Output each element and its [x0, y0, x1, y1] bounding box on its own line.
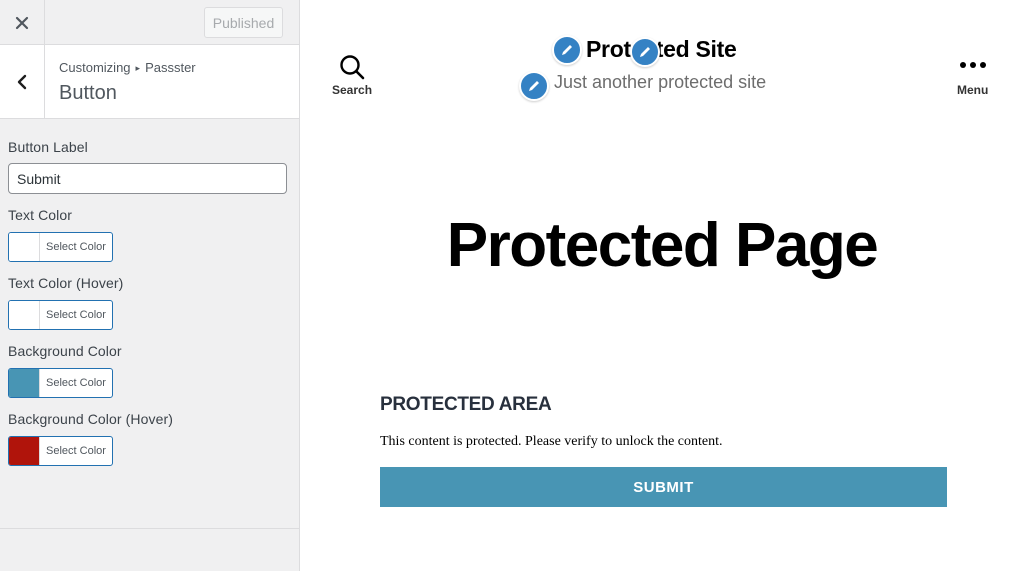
back-button[interactable]	[0, 45, 45, 118]
pencil-icon	[562, 45, 572, 55]
background-color-select-label: Select Color	[46, 377, 106, 389]
published-button[interactable]: Published	[204, 7, 283, 38]
breadcrumb-root: Customizing	[59, 60, 131, 75]
text-color-picker[interactable]: Select Color	[8, 232, 113, 262]
breadcrumb: Customizing ▸ Passster	[59, 60, 196, 75]
text-color-hover-picker[interactable]: Select Color	[8, 300, 113, 330]
background-color-hover-label: Background Color (Hover)	[8, 411, 174, 427]
breadcrumb-separator: ▸	[135, 63, 141, 74]
close-customizer-button[interactable]	[0, 0, 45, 45]
edit-site-logo-button[interactable]	[630, 37, 660, 67]
chevron-left-icon	[17, 74, 27, 89]
page-title: Protected Page	[446, 211, 879, 280]
edit-tagline-button[interactable]	[519, 71, 549, 101]
text-color-hover-select-label: Select Color	[46, 309, 106, 321]
protected-area-title: PROTECTED AREA	[380, 394, 552, 415]
pencil-icon	[529, 81, 539, 91]
site-title[interactable]: Protected Site	[586, 36, 737, 63]
search-icon	[340, 55, 365, 80]
background-color-hover-control: Background Color (Hover) Select Color	[8, 411, 288, 466]
section-title: Button	[59, 82, 117, 104]
menu-toggle[interactable]: Menu	[957, 54, 988, 97]
breadcrumb-child: Passster	[145, 60, 196, 75]
text-color-control: Text Color Select Color	[8, 207, 288, 262]
customizer-header: Published	[0, 0, 299, 45]
submit-button[interactable]: SUBMIT	[380, 467, 947, 507]
menu-label: Menu	[957, 83, 989, 97]
background-color-label: Background Color	[8, 343, 122, 359]
edit-site-title-button[interactable]	[552, 35, 582, 65]
text-color-swatch[interactable]	[9, 233, 40, 261]
button-label-control: Button Label	[8, 139, 288, 194]
text-color-hover-control: Text Color (Hover) Select Color	[8, 275, 288, 330]
text-color-hover-label: Text Color (Hover)	[8, 275, 124, 291]
text-color-hover-swatch[interactable]	[9, 301, 40, 329]
controls-panel: Button Label Text Color Select Color Tex…	[8, 139, 288, 479]
background-color-swatch[interactable]	[9, 369, 40, 397]
site-preview: Search Protected Site Just another prote…	[300, 0, 1024, 571]
button-label-label: Button Label	[8, 139, 88, 155]
background-color-hover-swatch[interactable]	[9, 437, 40, 465]
background-color-control: Background Color Select Color	[8, 343, 288, 398]
search-toggle[interactable]: Search	[332, 54, 372, 97]
site-tagline: Just another protected site	[554, 72, 767, 92]
close-icon	[15, 16, 29, 29]
more-dots-icon	[959, 62, 986, 68]
pencil-icon	[640, 47, 650, 57]
text-color-select-label: Select Color	[46, 241, 106, 253]
sidebar-divider	[0, 528, 299, 529]
background-color-hover-select-label: Select Color	[46, 445, 106, 457]
background-color-hover-picker[interactable]: Select Color	[8, 436, 113, 466]
customizer-sidebar: Published Customizing ▸ Passster Button Bu…	[0, 0, 300, 571]
button-label-input[interactable]	[8, 163, 287, 194]
text-color-label: Text Color	[8, 207, 73, 223]
section-header: Customizing ▸ Passster Button	[0, 45, 299, 119]
protected-area-text: This content is protected. Please verify…	[380, 434, 723, 449]
search-label: Search	[332, 83, 373, 97]
background-color-picker[interactable]: Select Color	[8, 368, 113, 398]
